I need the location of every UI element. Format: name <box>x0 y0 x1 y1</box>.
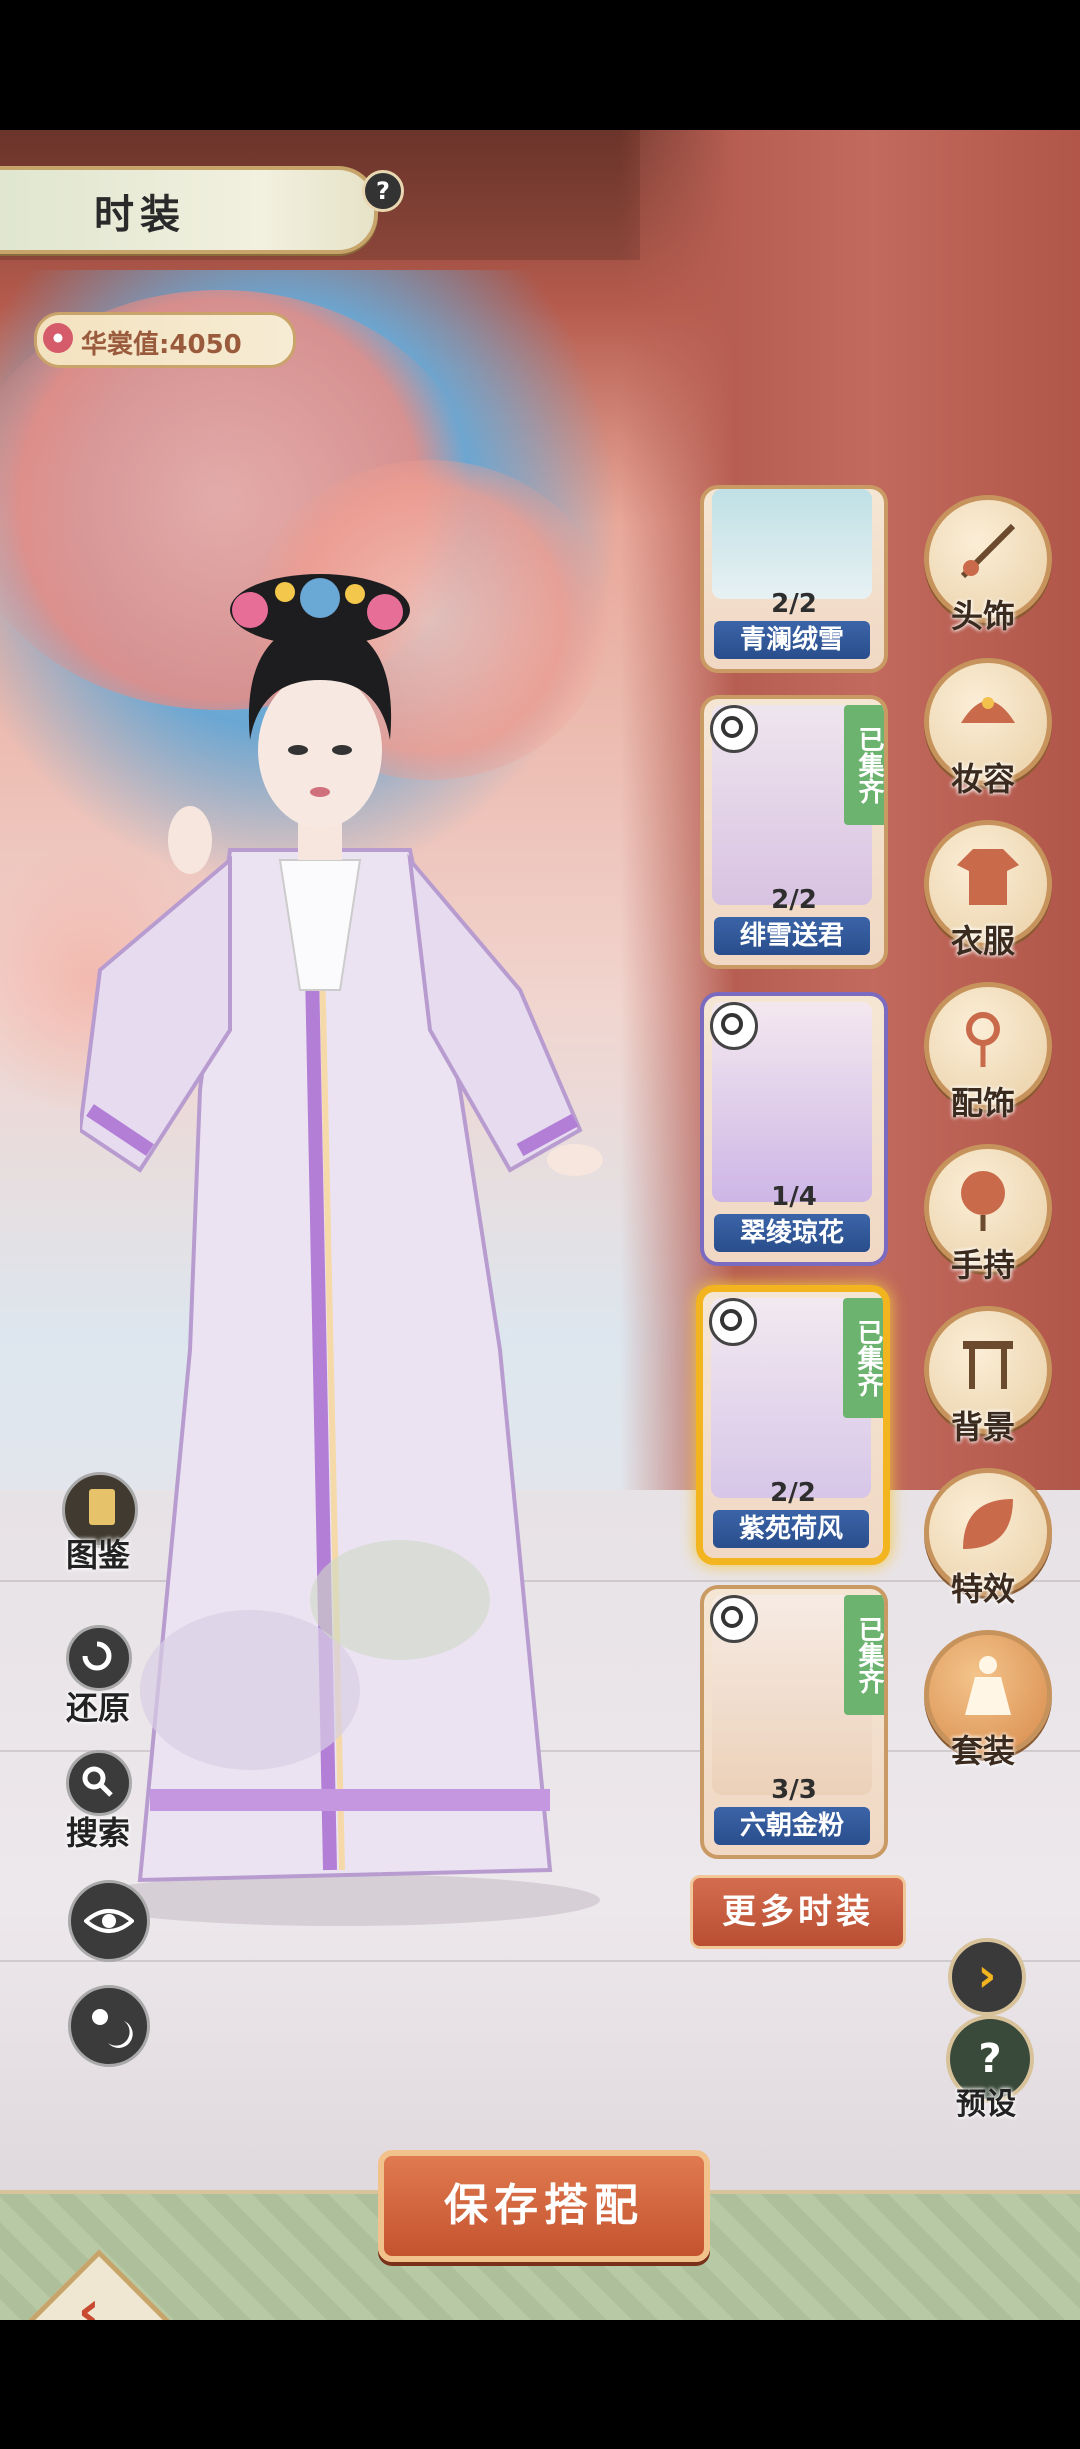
back-arrow-icon: ‹ <box>77 2278 100 2320</box>
catalog-button[interactable]: 图鉴 <box>52 1472 162 1582</box>
category-accessories[interactable]: 配饰 <box>918 982 1052 1132</box>
restore-button[interactable]: 还原 <box>52 1625 162 1735</box>
outfit-name: 翠绫琼花 <box>714 1214 870 1252</box>
outfit-list[interactable]: 2/2 青澜绒雪 已集齐 2/2 绯雪送君 1/4 翠绫琼花 已集齐 2/2 紫… <box>690 485 906 1995</box>
category-makeup[interactable]: 妆容 <box>918 658 1052 808</box>
category-label: 妆容 <box>950 760 1015 798</box>
search-button[interactable]: 搜索 <box>52 1750 162 1860</box>
category-label: 特效 <box>950 1570 1015 1608</box>
view-toggle-button[interactable] <box>58 1880 168 1990</box>
title-plaque: 时装 <box>0 166 378 254</box>
search-label: 搜索 <box>65 1814 130 1852</box>
outfit-portrait <box>712 489 872 599</box>
search-icon <box>66 1750 132 1816</box>
flower-icon <box>43 323 73 353</box>
category-label: 衣服 <box>950 922 1015 960</box>
save-outfit-label: 保存搭配 <box>444 2180 644 2231</box>
outfit-count: 3/3 <box>771 1775 817 1805</box>
preset-label: 预设 <box>956 2087 1016 2122</box>
zoom-icon[interactable] <box>710 1002 758 1050</box>
restore-label: 还原 <box>65 1689 130 1727</box>
category-suit[interactable]: 套装 <box>918 1630 1052 1780</box>
more-outfits-button[interactable]: 更多时装 <box>690 1875 906 1949</box>
outfit-name: 青澜绒雪 <box>714 621 870 659</box>
undo-icon <box>66 1625 132 1691</box>
outfit-card-selected[interactable]: 已集齐 2/2 紫苑荷风 <box>696 1285 890 1565</box>
zoom-icon[interactable] <box>710 705 758 753</box>
collected-badge: 已集齐 <box>844 1595 884 1715</box>
catalog-label: 图鉴 <box>65 1536 130 1574</box>
outfit-count: 2/2 <box>771 589 817 619</box>
outfit-count: 2/2 <box>770 1478 816 1508</box>
outfit-name: 紫苑荷风 <box>713 1510 869 1548</box>
category-label: 套装 <box>950 1732 1015 1770</box>
category-effects[interactable]: 特效 <box>918 1468 1052 1618</box>
dress-up-screen: 时装 ? 华裳值:4050 2/2 青澜绒雪 已集齐 2/2 绯雪送君 1/4 … <box>0 130 1080 2320</box>
save-outfit-button[interactable]: 保存搭配 <box>378 2150 710 2262</box>
outfit-card[interactable]: 2/2 青澜绒雪 <box>700 485 888 673</box>
outfit-card[interactable]: 已集齐 3/3 六朝金粉 <box>700 1585 888 1859</box>
zoom-icon[interactable] <box>709 1298 757 1346</box>
lighting-toggle-button[interactable] <box>58 1985 168 2095</box>
category-label: 手持 <box>950 1246 1015 1284</box>
help-button[interactable]: ? <box>362 170 404 212</box>
category-headwear[interactable]: 头饰 <box>918 495 1052 645</box>
page-title: 时装 <box>94 192 186 238</box>
eye-icon <box>68 1880 150 1962</box>
beauty-score-badge: 华裳值:4050 <box>34 312 296 368</box>
category-clothes[interactable]: 衣服 <box>918 820 1052 970</box>
outfit-card[interactable]: 已集齐 2/2 绯雪送君 <box>700 695 888 969</box>
category-label: 头饰 <box>950 597 1015 635</box>
preset-button[interactable]: ? 预设 <box>936 2015 1036 2135</box>
zoom-icon[interactable] <box>710 1595 758 1643</box>
outfit-card[interactable]: 1/4 翠绫琼花 <box>700 992 888 1266</box>
outfit-name: 绯雪送君 <box>714 917 870 955</box>
chevron-right-icon[interactable]: › <box>948 1938 1026 2016</box>
category-label: 配饰 <box>950 1084 1015 1122</box>
outfit-count: 2/2 <box>771 885 817 915</box>
outfit-count: 1/4 <box>771 1182 817 1212</box>
category-label: 背景 <box>950 1408 1015 1446</box>
beauty-score: 华裳值:4050 <box>81 330 242 360</box>
collected-badge: 已集齐 <box>843 1298 883 1418</box>
category-background[interactable]: 背景 <box>918 1306 1052 1456</box>
category-handheld[interactable]: 手持 <box>918 1144 1052 1294</box>
collected-badge: 已集齐 <box>844 705 884 825</box>
sun-moon-icon <box>68 1985 150 2067</box>
outfit-name: 六朝金粉 <box>714 1807 870 1845</box>
character-model <box>80 574 603 1926</box>
